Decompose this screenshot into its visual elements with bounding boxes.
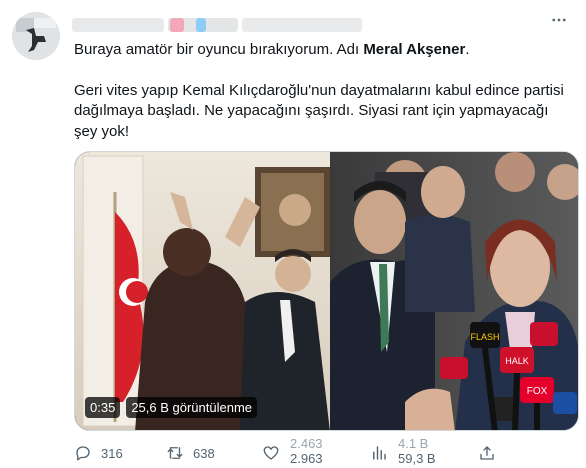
- like-count: 2.963: [290, 451, 323, 466]
- reply-button[interactable]: 316: [74, 444, 123, 462]
- share-icon: [480, 446, 494, 460]
- svg-text:FLASH: FLASH: [470, 332, 499, 342]
- share-button[interactable]: [478, 444, 496, 462]
- action-bar: 316 638 2.463 2.963 4.1 B 59,3 B: [74, 436, 579, 468]
- views-icon: [373, 446, 386, 460]
- tweet-text-part2: .: [465, 41, 470, 58]
- svg-text:HALK: HALK: [505, 356, 529, 366]
- reply-count: 316: [101, 445, 123, 461]
- views-button[interactable]: [370, 444, 388, 462]
- video-player[interactable]: FLASH HALK FOX 0:35 25,6 B görüntülenme: [74, 151, 579, 431]
- like-button[interactable]: [262, 444, 280, 462]
- avatar[interactable]: [12, 12, 60, 60]
- tweet-text: Buraya amatör bir oyuncu bırakıyorum. Ad…: [74, 40, 574, 162]
- retweet-icon: [167, 447, 183, 459]
- views-count-top: 4.1 B: [398, 436, 429, 451]
- reply-icon: [76, 446, 90, 461]
- more-icon: [552, 18, 566, 22]
- like-count-top: 2.463: [290, 436, 323, 451]
- avatar-image: [12, 12, 60, 60]
- video-thumbnail: FLASH HALK FOX: [75, 152, 578, 430]
- video-duration: 0:35: [85, 397, 121, 418]
- retweet-button[interactable]: 638: [166, 444, 215, 462]
- tweet-paragraph-1: Buraya amatör bir oyuncu bırakıyorum. Ad…: [74, 40, 574, 61]
- tweet-text-bold-name: Meral Akşener: [363, 41, 466, 58]
- author-info-blurred[interactable]: [72, 14, 372, 34]
- more-options-button[interactable]: [546, 10, 572, 30]
- retweet-count: 638: [193, 445, 215, 461]
- tweet-paragraph-2: Geri vites yapıp Kemal Kılıçdaroğlu'nun …: [74, 81, 564, 140]
- video-info-badges: 0:35 25,6 B görüntülenme: [85, 397, 258, 418]
- tweet-text-part1: Buraya amatör bir oyuncu bırakıyorum. Ad…: [74, 41, 364, 58]
- svg-text:FOX: FOX: [527, 386, 548, 397]
- video-views: 25,6 B görüntülenme: [126, 397, 258, 418]
- heart-icon: [263, 446, 279, 460]
- tweet-card[interactable]: Buraya amatör bir oyuncu bırakıyorum. Ad…: [0, 0, 586, 468]
- views-count: 59,3 B: [398, 451, 436, 466]
